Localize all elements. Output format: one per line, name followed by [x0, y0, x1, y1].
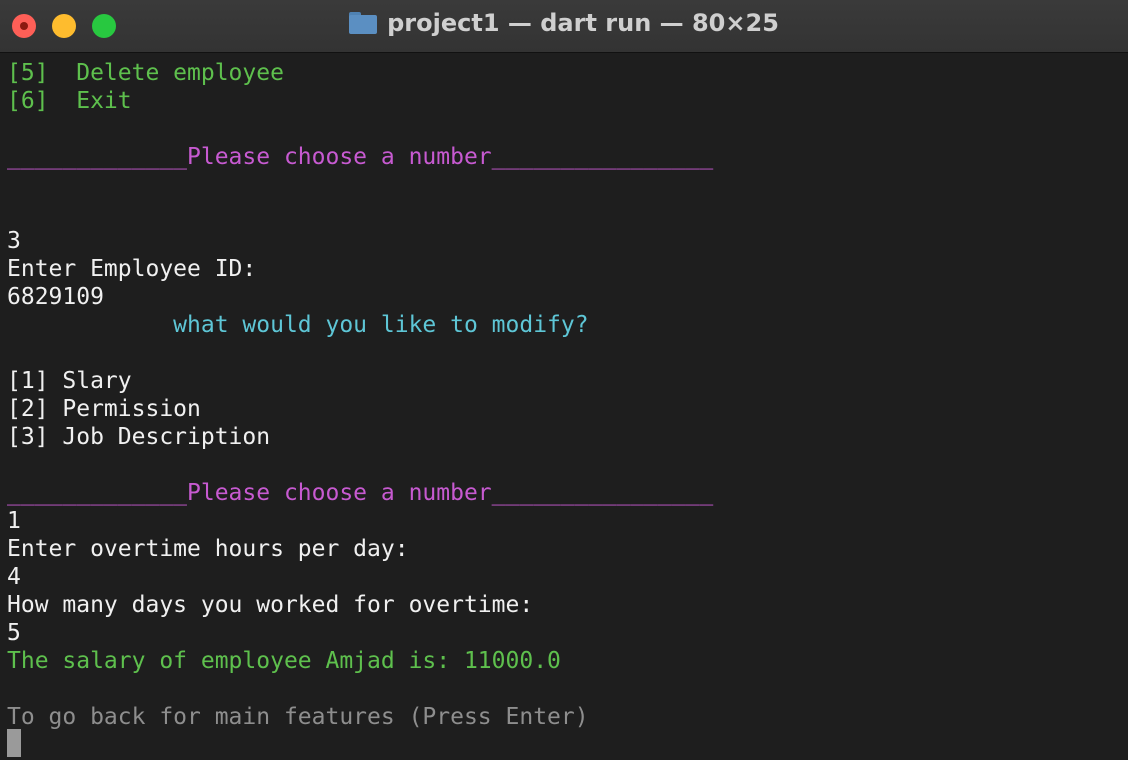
- window-title-container: project1 — dart run — 80×25: [0, 8, 1128, 38]
- modify-heading: what would you like to modify?: [7, 312, 589, 338]
- menu-item-exit: [6] Exit: [7, 88, 132, 114]
- prompt-choose-number: _____________Please choose a number_____…: [7, 144, 714, 170]
- window-title: project1 — dart run — 80×25: [387, 9, 779, 37]
- option-salary: [1] Slary: [7, 368, 132, 394]
- text-cursor: [7, 729, 21, 757]
- prompt-choose-number-2: _____________Please choose a number_____…: [7, 480, 714, 506]
- user-input-overtime-hours: 4: [7, 564, 21, 590]
- user-input-choice: 3: [7, 228, 21, 254]
- terminal-window: project1 — dart run — 80×25 [5] Delete e…: [0, 0, 1128, 760]
- salary-result: The salary of employee Amjad is: 11000.0: [7, 648, 561, 674]
- title-bar[interactable]: project1 — dart run — 80×25: [0, 0, 1128, 53]
- menu-item-delete-employee: [5] Delete employee: [7, 60, 284, 86]
- prompt-employee-id: Enter Employee ID:: [7, 256, 257, 282]
- user-input-option: 1: [7, 508, 21, 534]
- folder-icon: [349, 12, 378, 34]
- prompt-overtime-hours: Enter overtime hours per day:: [7, 536, 409, 562]
- option-job-description: [3] Job Description: [7, 424, 271, 450]
- user-input-overtime-days: 5: [7, 620, 21, 646]
- prompt-overtime-days: How many days you worked for overtime:: [7, 592, 534, 618]
- user-input-employee-id: 6829109: [7, 284, 104, 310]
- terminal-output[interactable]: [5] Delete employee [6] Exit ___________…: [0, 53, 1128, 760]
- press-enter-hint: To go back for main features (Press Ente…: [7, 704, 589, 730]
- option-permission: [2] Permission: [7, 396, 201, 422]
